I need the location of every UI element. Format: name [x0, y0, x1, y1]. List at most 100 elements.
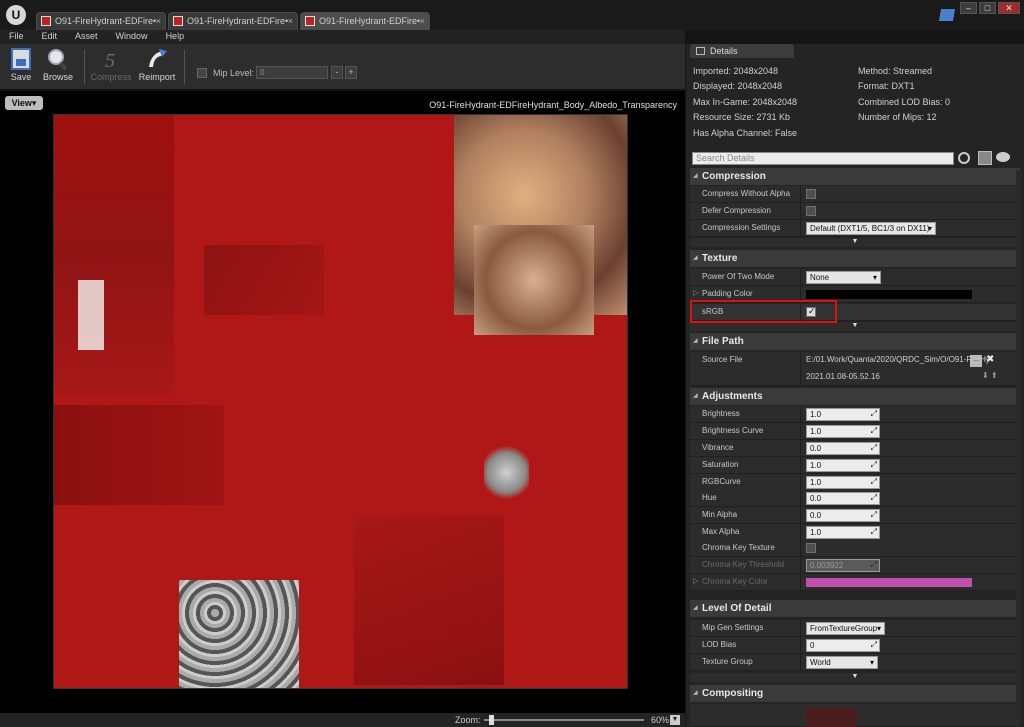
hue-field[interactable]: 0.0: [806, 492, 880, 505]
chroma-key-texture-checkbox[interactable]: [806, 543, 816, 553]
tab-label: O91-FireHydrant-EDFire•: [55, 16, 157, 26]
section-adjustments[interactable]: Adjustments: [690, 388, 1020, 405]
move-arrows-icon[interactable]: ⬇ ⬆: [982, 371, 998, 380]
info-has-alpha: Has Alpha Channel: False: [693, 128, 798, 138]
rgbcurve-field[interactable]: 1.0: [806, 476, 880, 489]
clear-file-icon[interactable]: ✖: [986, 354, 994, 365]
source-file-path: E:/01.Work/Quanta/2020/QRDC_Sim/O/O91-Fi…: [806, 355, 990, 364]
mip-minus-button[interactable]: -: [331, 66, 343, 79]
details-scrollbar[interactable]: [1016, 170, 1022, 720]
defer-compression-checkbox[interactable]: [806, 206, 816, 216]
close-window-button[interactable]: ✕: [998, 2, 1020, 14]
details-icon: [696, 47, 705, 55]
compression-settings-dropdown[interactable]: Default (DXT1/5, BC1/3 on DX11): [806, 222, 936, 235]
expand-arrow-icon[interactable]: ▷: [693, 577, 698, 585]
zoom-bar: Zoom: 60% ▼: [0, 713, 685, 727]
browse-file-button[interactable]: ...: [970, 355, 982, 367]
max-alpha-field[interactable]: 1.0: [806, 526, 880, 539]
menu-asset[interactable]: Asset: [66, 30, 107, 44]
mip-gen-dropdown[interactable]: FromTextureGroup: [806, 622, 885, 635]
lod-bias-field[interactable]: 0: [806, 639, 880, 652]
prop-brightness: Brightness 1.0: [690, 406, 1020, 423]
save-button[interactable]: Save: [6, 46, 36, 88]
section-compositing[interactable]: Compositing: [690, 685, 1020, 702]
prop-label: Brightness: [702, 409, 740, 418]
zoom-label: Zoom:: [455, 715, 481, 725]
prop-label: Chroma Key Texture: [702, 543, 775, 552]
eye-icon[interactable]: [996, 152, 1010, 162]
section-file-path[interactable]: File Path: [690, 333, 1020, 350]
section-level-of-detail[interactable]: Level Of Detail: [690, 600, 1020, 617]
texture-region: [54, 115, 174, 395]
menu-file[interactable]: File: [0, 30, 33, 44]
prop-label: Padding Color: [702, 289, 753, 298]
compress-without-alpha-checkbox[interactable]: [806, 189, 816, 199]
save-label: Save: [10, 72, 32, 82]
zoom-dropdown-icon[interactable]: ▼: [670, 715, 680, 725]
mip-level-label: Mip Level:: [213, 68, 255, 78]
save-icon: [11, 48, 31, 70]
texture-group-dropdown[interactable]: World: [806, 656, 878, 669]
info-displayed: Displayed: 2048x2048: [693, 81, 783, 91]
search-details-input[interactable]: Search Details: [692, 152, 954, 165]
zoom-slider-handle[interactable]: [489, 715, 494, 725]
reimport-button[interactable]: Reimport: [137, 46, 177, 88]
expand-advanced-icon[interactable]: ▼: [690, 238, 1020, 247]
search-icon[interactable]: [958, 152, 970, 164]
saturation-field[interactable]: 1.0: [806, 459, 880, 472]
prop-label: Compress Without Alpha: [702, 189, 791, 198]
expand-advanced-icon[interactable]: ▼: [690, 673, 1020, 682]
section-compression[interactable]: Compression: [690, 168, 1020, 185]
prop-label: Power Of Two Mode: [702, 272, 775, 281]
expand-arrow-icon[interactable]: ▷: [693, 289, 698, 297]
tab-asset-3[interactable]: O91-FireHydrant-EDFire• ×: [300, 12, 430, 30]
close-icon[interactable]: ×: [288, 13, 293, 29]
prop-label: Min Alpha: [702, 510, 738, 519]
menu-edit[interactable]: Edit: [33, 30, 67, 44]
brightness-field[interactable]: 1.0: [806, 408, 880, 421]
help-icon[interactable]: [938, 9, 956, 21]
power-of-two-dropdown[interactable]: None: [806, 271, 881, 284]
prop-label: RGBCurve: [702, 477, 741, 486]
menu-help[interactable]: Help: [157, 30, 194, 44]
menu-window[interactable]: Window: [107, 30, 157, 44]
browse-button[interactable]: Browse: [40, 46, 76, 88]
maximize-button[interactable]: □: [979, 2, 996, 14]
prop-label: Hue: [702, 493, 717, 502]
prop-chroma-key-color: ▷ Chroma Key Color: [690, 574, 1020, 591]
tab-asset-1[interactable]: O91-FireHydrant-EDFire• ×: [36, 12, 166, 30]
texture-region: [354, 515, 504, 685]
section-texture[interactable]: Texture: [690, 250, 1020, 267]
view-menu-button[interactable]: View▾: [5, 96, 43, 110]
prop-texture-group: Texture Group World: [690, 654, 1020, 671]
grid-view-icon[interactable]: [978, 151, 992, 165]
vibrance-field[interactable]: 0.0: [806, 442, 880, 455]
tab-asset-2[interactable]: O91-FireHydrant-EDFire• ×: [168, 12, 298, 30]
close-icon[interactable]: ×: [420, 13, 425, 29]
minimize-button[interactable]: –: [960, 2, 977, 14]
info-method: Method: Streamed: [858, 66, 933, 76]
prop-lod-bias: LOD Bias 0: [690, 637, 1020, 654]
details-tab[interactable]: Details: [690, 44, 794, 58]
min-alpha-field[interactable]: 0.0: [806, 509, 880, 522]
texture-region: [54, 405, 224, 505]
prop-power-of-two: Power Of Two Mode None: [690, 269, 1020, 286]
prop-vibrance: Vibrance 0.0: [690, 440, 1020, 457]
chroma-key-threshold-field: 0.003922: [806, 559, 880, 572]
zoom-value: 60%: [651, 715, 670, 725]
texture-icon: [41, 16, 51, 26]
padding-color-swatch[interactable]: [806, 290, 972, 299]
compress-button[interactable]: 5 Compress: [90, 46, 132, 88]
expand-advanced-icon[interactable]: ▼: [690, 322, 1020, 331]
compositing-thumbnail[interactable]: [806, 708, 856, 727]
mip-plus-button[interactable]: +: [345, 66, 357, 79]
texture-icon: [305, 16, 315, 26]
brightness-curve-field[interactable]: 1.0: [806, 425, 880, 438]
texture-region: [179, 580, 299, 688]
texture-region: [474, 225, 594, 335]
mip-level-checkbox[interactable]: [197, 68, 207, 78]
zoom-slider[interactable]: [484, 719, 644, 721]
close-icon[interactable]: ×: [156, 13, 161, 29]
texture-viewport[interactable]: View▾ O91-FireHydrant-EDFireHydrant_Body…: [0, 91, 685, 713]
mip-level-field[interactable]: 0: [256, 66, 328, 79]
